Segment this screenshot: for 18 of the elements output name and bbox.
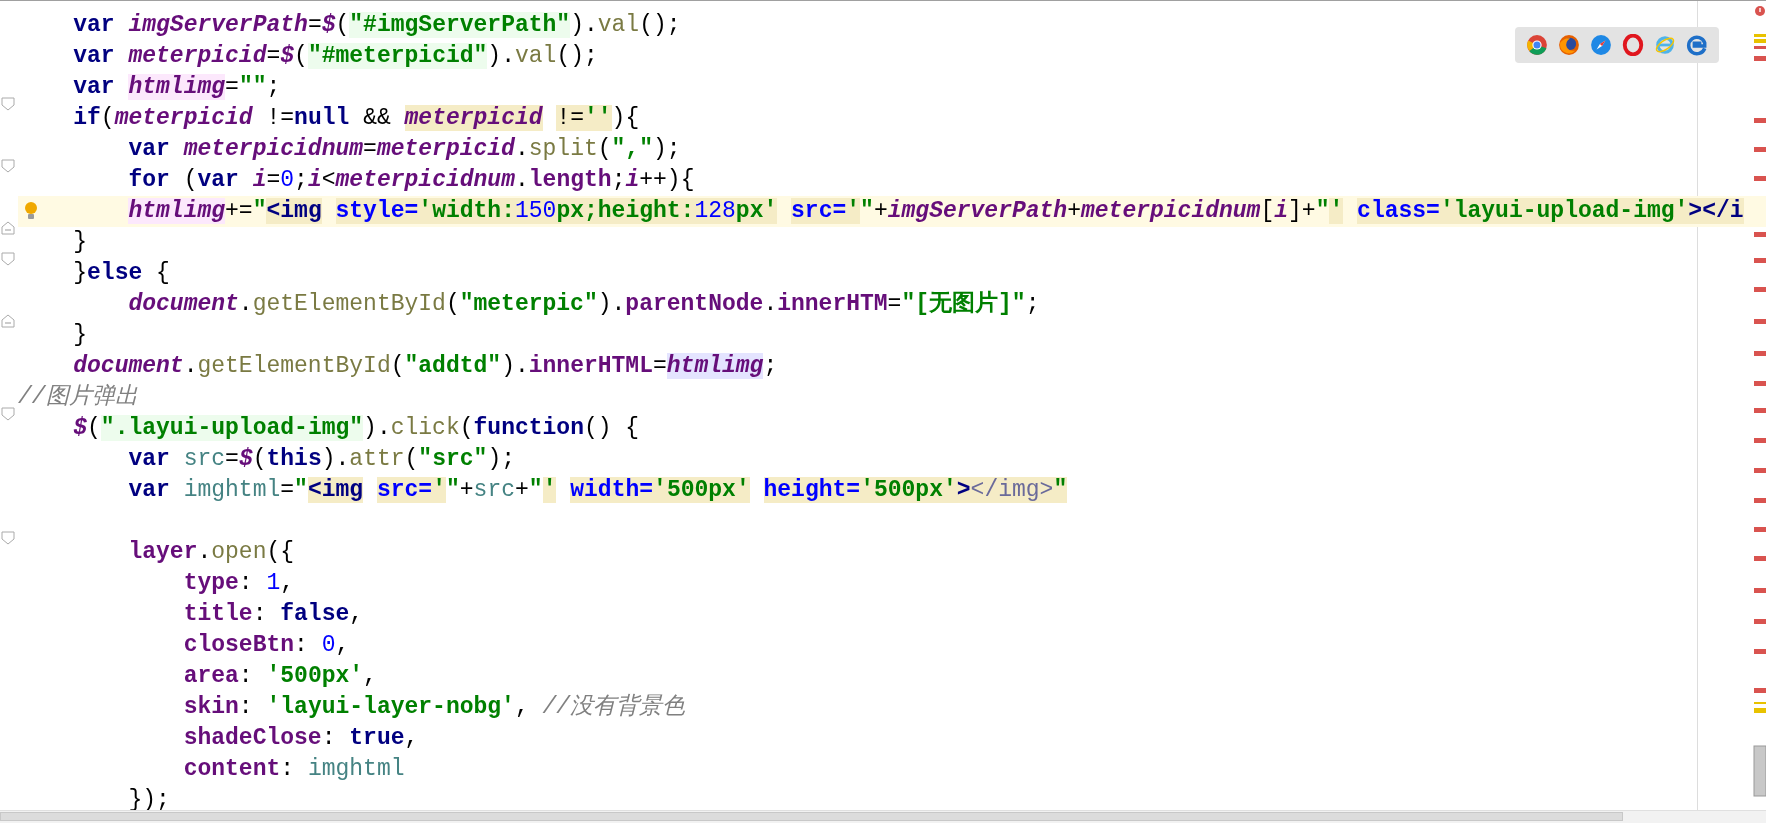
code-line: document.getElementById("meterpic").parentNode.innerHTM="[无图片]";	[127, 289, 1041, 319]
code-line: var imgServerPath=$("#imgServerPath").val();	[72, 11, 682, 40]
code-line: closeBtn: 0,	[182, 631, 351, 660]
code-line: layer.open({	[127, 538, 296, 567]
code-line: //图片弹出	[18, 383, 139, 412]
code-line: skin: 'layui-layer-nobg', //没有背景色	[182, 693, 687, 722]
code-line: content: imghtml	[182, 755, 406, 784]
code-line: var htmlimg="";	[72, 73, 282, 102]
code-line: var meterpicidnum=meterpicid.split(",");	[127, 135, 682, 164]
code-line: var src=$(this).attr("src");	[127, 445, 516, 474]
code-line: for (var i=0;i<meterpicidnum.length;i++){	[127, 166, 696, 195]
code-line: type: 1,	[182, 569, 296, 598]
code-line: }	[72, 228, 89, 257]
code-line: shadeClose: true,	[182, 724, 420, 753]
code-line: title: false,	[182, 600, 365, 629]
code-line: area: '500px',	[182, 662, 378, 691]
code-line: }	[72, 321, 89, 350]
code-line: }else {	[72, 259, 171, 288]
